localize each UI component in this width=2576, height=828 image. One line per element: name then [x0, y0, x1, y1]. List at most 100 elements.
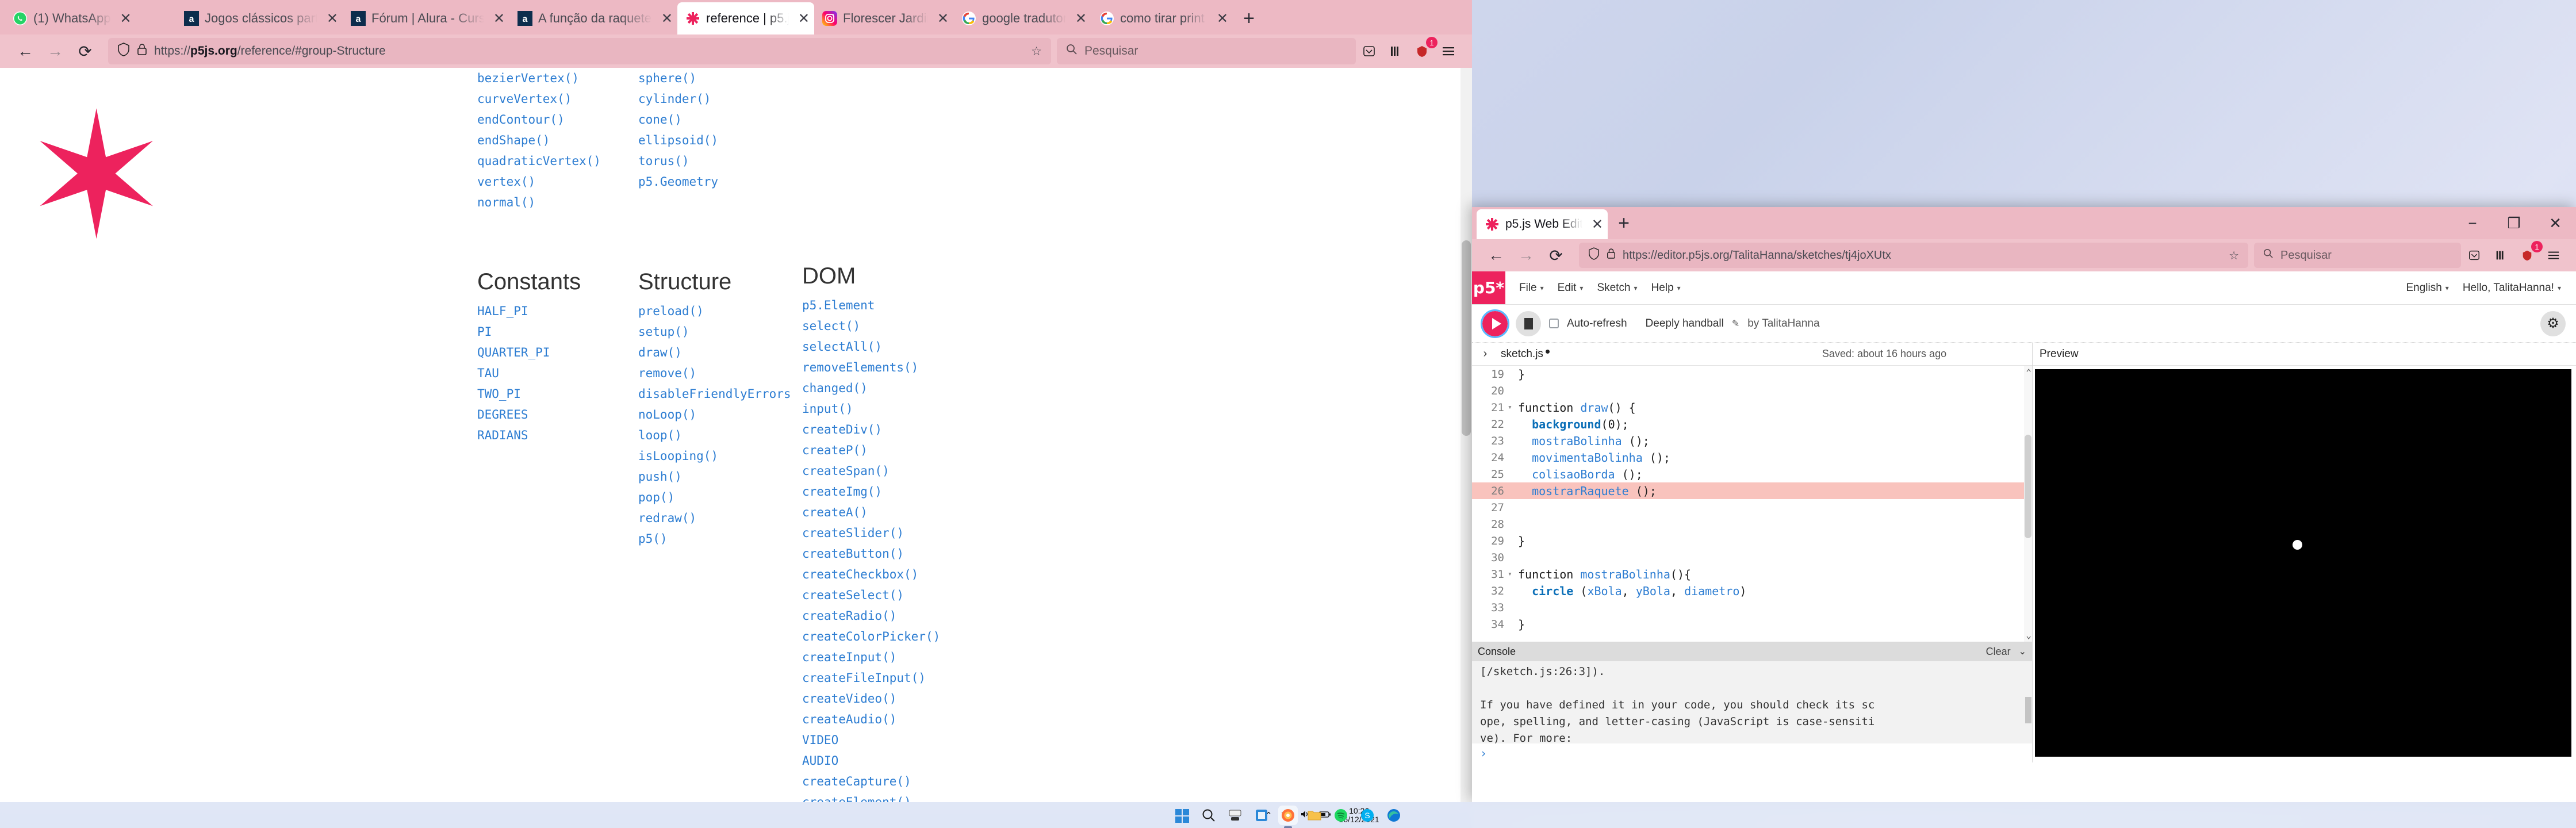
editor-scrollbar-thumb[interactable] — [2025, 435, 2031, 538]
console-scrollbar[interactable] — [2024, 661, 2032, 744]
code-line[interactable]: 22 background(0); — [1472, 416, 2032, 432]
search-icon[interactable] — [1199, 806, 1218, 825]
reference-link[interactable]: createDiv() — [802, 419, 963, 440]
reference-link[interactable]: createInput() — [802, 647, 963, 668]
close-tab-icon[interactable]: ✕ — [661, 10, 673, 27]
reference-link[interactable]: cone() — [638, 109, 802, 130]
reference-link[interactable]: noLoop() — [638, 404, 802, 425]
close-tab-icon[interactable]: ✕ — [1217, 10, 1228, 27]
windows-start-icon[interactable] — [1172, 806, 1192, 825]
reference-link[interactable]: select() — [802, 316, 963, 336]
reference-link[interactable]: endContour() — [477, 109, 638, 130]
browser-search-box-front[interactable]: Pesquisar — [2254, 243, 2461, 268]
save-to-pocket-icon[interactable] — [1356, 38, 1382, 64]
reference-link[interactable]: createSlider() — [802, 523, 963, 543]
close-tab-icon[interactable]: ✕ — [327, 10, 338, 27]
menu-file[interactable]: File ▾ — [1513, 278, 1550, 298]
task-view-icon[interactable] — [1225, 806, 1245, 825]
browser-tab[interactable]: a A função da raquete não está se ✕ — [509, 2, 677, 34]
browser-tab[interactable]: p5.js Web Editor | Deeply handb ✕ — [1477, 209, 1608, 239]
reference-link[interactable]: removeElements() — [802, 357, 963, 378]
scroll-up-arrow-icon[interactable]: ⌃ — [2026, 367, 2031, 378]
reference-link[interactable]: createButton() — [802, 543, 963, 564]
file-tab-sketch-js[interactable]: sketch.js — [1501, 348, 1550, 361]
gear-icon[interactable]: ⚙ — [2540, 310, 2566, 336]
reference-link[interactable]: sphere() — [638, 68, 802, 89]
code-line[interactable]: 25 colisaoBorda (); — [1472, 466, 2032, 482]
library-icon[interactable] — [1382, 38, 1409, 64]
skype-icon[interactable]: S — [1358, 806, 1377, 825]
reference-link[interactable]: createA() — [802, 502, 963, 523]
reference-link[interactable]: loop() — [638, 425, 802, 446]
close-window-button[interactable]: ✕ — [2535, 207, 2576, 239]
reference-link[interactable]: createVideo() — [802, 688, 963, 709]
reference-link[interactable]: remove() — [638, 363, 802, 384]
code-line[interactable]: 33 — [1472, 599, 2032, 616]
reference-link[interactable]: preload() — [638, 301, 802, 321]
reference-link[interactable]: bezierVertex() — [477, 68, 638, 89]
code-line[interactable]: 23 mostraBolinha (); — [1472, 432, 2032, 449]
account-icon-front[interactable]: 1 — [2514, 241, 2543, 269]
browser-tab[interactable]: a Fórum | Alura - Cursos online de ✕ — [343, 2, 509, 34]
reference-link[interactable]: p5() — [638, 528, 802, 549]
code-line[interactable]: 28 — [1472, 516, 2032, 532]
code-line[interactable]: 34} — [1472, 616, 2032, 632]
page-scrollbar-thumb[interactable] — [1462, 240, 1471, 436]
p5-logo[interactable]: p5* — [1472, 271, 1505, 304]
browser-tab[interactable]: reference | p5.js ✕ — [677, 2, 814, 34]
reference-link[interactable]: createP() — [802, 440, 963, 461]
reference-link[interactable]: createImg() — [802, 481, 963, 502]
reference-link[interactable]: createColorPicker() — [802, 626, 963, 647]
code-line[interactable]: 30 — [1472, 549, 2032, 566]
reference-link[interactable]: TWO_PI — [477, 384, 638, 404]
reference-link[interactable]: createSpan() — [802, 461, 963, 481]
sketch-canvas[interactable] — [2035, 369, 2571, 757]
console-input-prompt[interactable]: › — [1472, 743, 2032, 762]
fold-icon[interactable]: ▾ — [1508, 570, 1516, 578]
close-tab-icon[interactable]: ✕ — [798, 10, 810, 27]
save-to-pocket-icon-front[interactable] — [2461, 242, 2487, 269]
reference-link[interactable]: DEGREES — [477, 404, 638, 425]
code-line[interactable]: 19} — [1472, 366, 2032, 382]
console-scrollbar-thumb[interactable] — [2025, 696, 2031, 723]
back-button[interactable]: ← — [10, 36, 40, 66]
browser-tab[interactable]: a Jogos clássicos parte 1: Iniciando ✕ — [176, 2, 343, 34]
reference-link[interactable]: cylinder() — [638, 89, 802, 109]
widgets-icon[interactable] — [1252, 806, 1271, 825]
firefox-icon[interactable] — [1278, 805, 1298, 825]
menu-edit[interactable]: Edit ▾ — [1552, 278, 1589, 298]
reference-link[interactable]: curveVertex() — [477, 89, 638, 109]
maximize-button[interactable]: ❐ — [2493, 207, 2535, 239]
sidebar-toggle-icon[interactable]: › — [1478, 347, 1493, 361]
reference-link[interactable]: createRadio() — [802, 605, 963, 626]
browser-tab[interactable]: google tradutor - Pesquisa Goog ✕ — [953, 2, 1091, 34]
reference-link[interactable]: draw() — [638, 342, 802, 363]
reference-link[interactable]: createCapture() — [802, 771, 963, 792]
close-tab-icon[interactable]: ✕ — [493, 10, 505, 27]
reference-link[interactable]: selectAll() — [802, 336, 963, 357]
browser-tab[interactable]: como tirar print no pc - Pesquisa ✕ — [1091, 2, 1233, 34]
language-selector[interactable]: English ▾ — [2400, 278, 2454, 298]
reference-link[interactable]: push() — [638, 466, 802, 487]
reference-link[interactable]: changed() — [802, 378, 963, 398]
sketch-name[interactable]: Deeply handball — [1646, 317, 1724, 330]
edit-pencil-icon[interactable]: ✎ — [1732, 318, 1739, 329]
reference-link[interactable]: PI — [477, 321, 638, 342]
reference-link[interactable]: p5.Geometry — [638, 171, 802, 192]
reference-link[interactable]: torus() — [638, 151, 802, 171]
reference-link[interactable]: createAudio() — [802, 709, 963, 730]
reload-button-front[interactable]: ⟳ — [1541, 240, 1571, 270]
reference-link[interactable]: createFileInput() — [802, 668, 963, 688]
code-line-error[interactable]: 26 mostrarRaquete (); — [1472, 482, 2032, 499]
close-tab-icon[interactable]: ✕ — [1592, 216, 1603, 233]
fold-icon[interactable]: ▾ — [1508, 403, 1516, 412]
browser-tab[interactable]: (1) WhatsApp ✕ — [5, 2, 176, 34]
reference-link[interactable]: pop() — [638, 487, 802, 508]
forward-button[interactable]: → — [40, 36, 70, 66]
code-line[interactable]: 32 circle (xBola, yBola, diametro) — [1472, 582, 2032, 599]
code-editor[interactable]: 19} 20 21 ▾ function draw() {22 background(0… — [1472, 366, 2032, 642]
reference-link[interactable]: TAU — [477, 363, 638, 384]
reference-link[interactable]: createCheckbox() — [802, 564, 963, 585]
code-line[interactable]: 20 — [1472, 382, 2032, 399]
reference-link[interactable]: createElement() — [802, 792, 963, 802]
